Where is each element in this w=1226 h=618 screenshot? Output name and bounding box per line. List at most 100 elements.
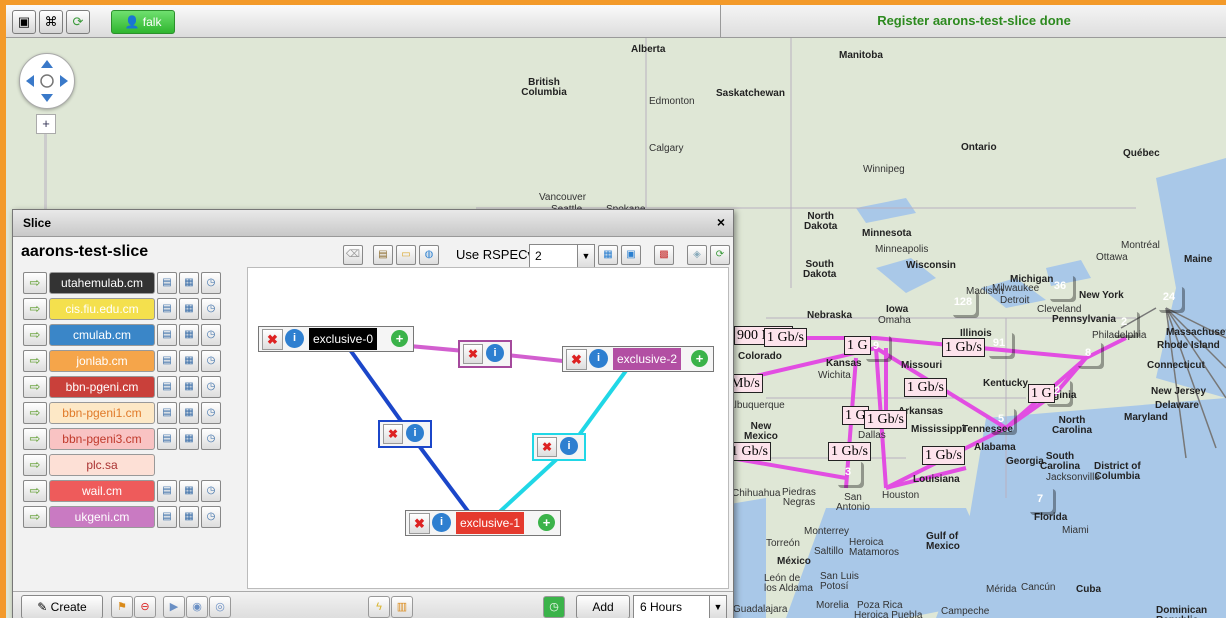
aggregate-cluster[interactable]: 128 (950, 289, 976, 315)
add-time-button[interactable]: Add (576, 595, 630, 618)
keyboard-icon[interactable]: ▦ (179, 506, 199, 528)
globe-icon[interactable]: ◍ (419, 245, 439, 265)
keyboard-icon[interactable]: ▦ (179, 324, 199, 346)
restart-icon[interactable]: ◎ (209, 596, 231, 618)
topology-link[interactable]: ✖ i (378, 420, 432, 448)
clock-icon[interactable]: ◷ (201, 350, 221, 372)
user-button[interactable]: 👤 falk (111, 10, 175, 34)
binoculars-icon[interactable]: ⌘ (39, 10, 63, 34)
clock-icon[interactable]: ◷ (201, 506, 221, 528)
manifest-icon[interactable]: ◈ (687, 245, 707, 265)
clock-icon[interactable]: ◷ (201, 480, 221, 502)
list-icon[interactable]: ▤ (157, 272, 177, 294)
list-icon[interactable]: ▤ (157, 376, 177, 398)
duration-select[interactable]: 6 Hours (633, 595, 711, 618)
add-icon[interactable]: + (691, 350, 708, 367)
chart-icon[interactable]: ▥ (391, 596, 413, 618)
info-icon[interactable]: i (285, 329, 304, 348)
aggregate-cluster[interactable]: 36 (1047, 273, 1073, 299)
arrow-right-icon[interactable]: ⇨ (23, 350, 47, 372)
lightning-icon[interactable]: ϟ (368, 596, 390, 618)
arrow-right-icon[interactable]: ⇨ (23, 324, 47, 346)
list-icon[interactable]: ▤ (157, 298, 177, 320)
keyboard-icon[interactable]: ▦ (179, 350, 199, 372)
topology-node[interactable]: ✖ i exclusive-0 + (258, 326, 414, 352)
pause-icon[interactable]: ◉ (186, 596, 208, 618)
map-pan-control[interactable] (19, 53, 75, 109)
refresh-icon[interactable]: ⟳ (710, 245, 730, 265)
clock-icon[interactable]: ◷ (543, 596, 565, 618)
play-icon[interactable]: ▶ (163, 596, 185, 618)
topology-node[interactable]: ✖ i exclusive-2 + (562, 346, 714, 372)
keyboard-icon[interactable]: ▦ (179, 480, 199, 502)
keyboard-icon[interactable]: ▦ (179, 428, 199, 450)
topology-link[interactable]: ✖ i (458, 340, 512, 368)
aggregate-name[interactable]: utahemulab.cm (49, 272, 155, 294)
aggregate-cluster[interactable]: 91 (986, 330, 1012, 356)
info-icon[interactable]: i (406, 424, 424, 442)
zoom-in-button[interactable]: + (36, 114, 56, 134)
clock-icon[interactable]: ◷ (201, 428, 221, 450)
arrow-right-icon[interactable]: ⇨ (23, 506, 47, 528)
create-button[interactable]: ✎ Create (21, 595, 103, 618)
folder-icon[interactable]: ▭ (396, 245, 416, 265)
paste-icon[interactable]: ▤ (373, 245, 393, 265)
aggregate-name[interactable]: cmulab.cm (49, 324, 155, 346)
close-icon[interactable]: × (717, 214, 725, 230)
keyboard-icon[interactable]: ▦ (179, 402, 199, 424)
info-icon[interactable]: i (486, 344, 504, 362)
delete-icon[interactable]: ✖ (383, 424, 403, 444)
list-icon[interactable]: ▤ (157, 480, 177, 502)
aggregate-name[interactable]: bbn-pgeni3.cm (49, 428, 155, 450)
aggregate-name[interactable]: jonlab.cm (49, 350, 155, 372)
topology-link[interactable]: ✖ i (532, 433, 586, 461)
add-icon[interactable]: + (391, 330, 408, 347)
rspec-version-select[interactable]: 2 (529, 244, 584, 268)
arrow-right-icon[interactable]: ⇨ (23, 454, 47, 476)
info-icon[interactable]: i (432, 513, 451, 532)
clock-icon[interactable]: ◷ (201, 298, 221, 320)
list-icon[interactable]: ▤ (157, 350, 177, 372)
aggregate-cluster[interactable]: 8 (1075, 340, 1101, 366)
clock-icon[interactable]: ◷ (201, 402, 221, 424)
aggregate-name[interactable]: ukgeni.cm (49, 506, 155, 528)
aggregate-name[interactable]: wail.cm (49, 480, 155, 502)
list-icon[interactable]: ▤ (157, 324, 177, 346)
stop-icon[interactable]: ⊖ (134, 596, 156, 618)
arrow-right-icon[interactable]: ⇨ (23, 376, 47, 398)
keyboard-icon[interactable]: ▦ (179, 272, 199, 294)
list-icon[interactable]: ▤ (157, 402, 177, 424)
clock-icon[interactable]: ◷ (201, 376, 221, 398)
aggregate-name[interactable]: bbn-pgeni1.cm (49, 402, 155, 424)
zoom-slider[interactable] (44, 134, 47, 214)
topology-node[interactable]: ✖ i exclusive-1 + (405, 510, 561, 536)
monitor-icon[interactable]: ▣ (12, 10, 36, 34)
refresh-icon[interactable]: ⟳ (66, 10, 90, 34)
aggregate-cluster[interactable]: 7 (1027, 486, 1053, 512)
delete-icon[interactable]: ✖ (463, 344, 483, 364)
flag-icon[interactable]: ⚑ (111, 596, 133, 618)
aggregate-name[interactable]: cis.fiu.edu.cm (49, 298, 155, 320)
aggregate-cluster[interactable]: 9 (863, 333, 889, 359)
clock-icon[interactable]: ◷ (201, 272, 221, 294)
topology-canvas[interactable]: ✖ i exclusive-0 + ✖ i exclusive-2 + ✖ i … (247, 267, 729, 589)
slice-window-titlebar[interactable]: Slice × (13, 210, 733, 237)
aggregate-cluster[interactable]: 5 (988, 406, 1014, 432)
aggregate-cluster[interactable]: 2 (1044, 378, 1070, 404)
chevron-down-icon[interactable]: ▼ (709, 595, 727, 618)
aggregate-name[interactable]: plc.sa (49, 454, 155, 476)
document-icon[interactable]: ▦ (598, 245, 618, 265)
arrow-right-icon[interactable]: ⇨ (23, 402, 47, 424)
list-icon[interactable]: ▤ (157, 506, 177, 528)
list-icon[interactable]: ▤ (157, 428, 177, 450)
save-icon[interactable]: ▣ (621, 245, 641, 265)
arrow-right-icon[interactable]: ⇨ (23, 480, 47, 502)
delete-icon[interactable]: ✖ (537, 437, 557, 457)
delete-slice-icon[interactable]: ▩ (654, 245, 674, 265)
delete-icon[interactable]: ✖ (566, 349, 587, 370)
keyboard-icon[interactable]: ▦ (179, 376, 199, 398)
arrow-right-icon[interactable]: ⇨ (23, 298, 47, 320)
info-icon[interactable]: i (560, 437, 578, 455)
eraser-icon[interactable]: ⌫ (343, 245, 363, 265)
info-icon[interactable]: i (589, 349, 608, 368)
